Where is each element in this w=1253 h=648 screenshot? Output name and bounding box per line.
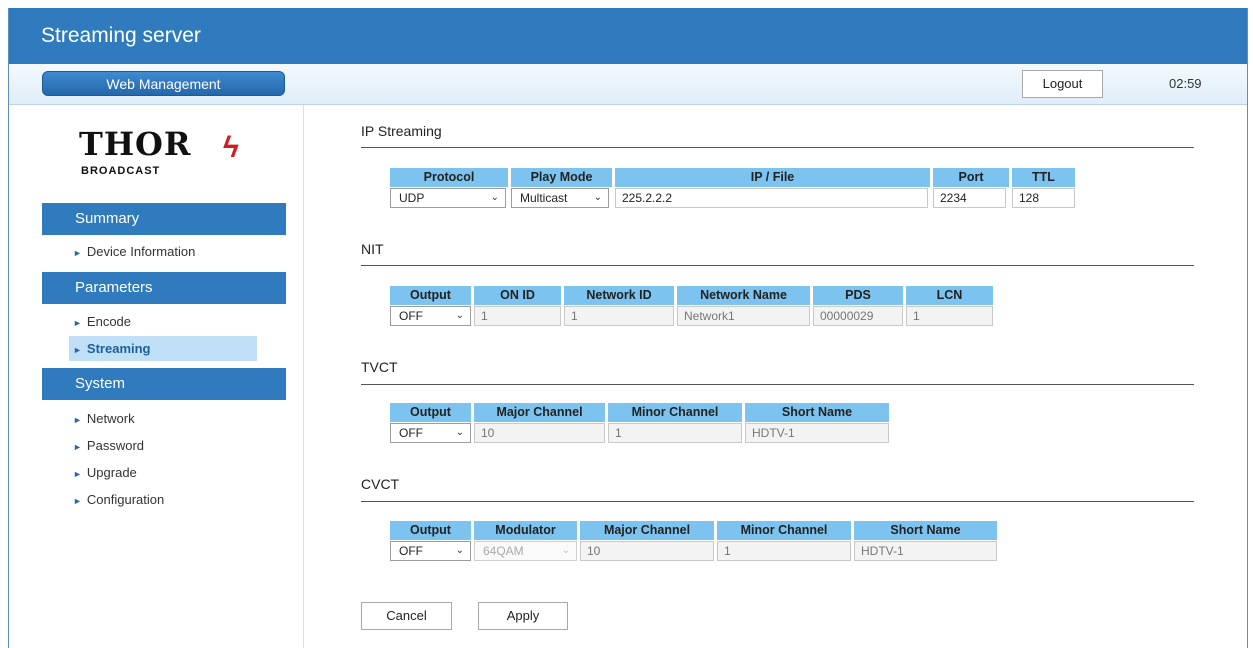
column-header: Major Channel [474, 403, 605, 422]
sidebar-item-password[interactable]: ► Password [73, 438, 144, 453]
lightning-icon: ϟ [223, 131, 239, 164]
nit-title: NIT [361, 241, 384, 257]
modulator-select[interactable]: 64QAM ⌄ [474, 541, 577, 561]
column-header: Play Mode [511, 168, 612, 187]
divider [361, 147, 1194, 148]
lcn-field[interactable]: 1 [906, 306, 993, 326]
sidebar-item-encode[interactable]: ► Encode [73, 314, 131, 329]
triangle-right-icon: ► [73, 442, 82, 452]
play-mode-select[interactable]: Multicast ⌄ [511, 188, 609, 208]
column-header: Network Name [677, 286, 810, 305]
ttl-input[interactable]: 128 [1012, 188, 1075, 208]
column-header: Short Name [854, 521, 997, 540]
column-header: Output [390, 403, 471, 422]
nit-output-select[interactable]: OFF ⌄ [390, 306, 471, 326]
column-header: Protocol [390, 168, 508, 187]
chevron-down-icon: ⌄ [490, 192, 499, 203]
column-header: ON ID [474, 286, 561, 305]
column-header: Minor Channel [717, 521, 851, 540]
cancel-button[interactable]: Cancel [361, 602, 452, 630]
tvct-major-channel-field[interactable]: 10 [474, 423, 605, 443]
ip-file-input[interactable]: 225.2.2.2 [615, 188, 928, 208]
column-header: Port [933, 168, 1009, 187]
column-header: Output [390, 521, 471, 540]
chevron-down-icon: ⌄ [593, 192, 602, 203]
chevron-down-icon: ⌄ [455, 545, 464, 556]
column-header: Output [390, 286, 471, 305]
column-header: Short Name [745, 403, 889, 422]
sidebar-section-system[interactable]: System [42, 368, 286, 400]
chevron-down-icon: ⌄ [561, 545, 570, 556]
logo-sub-text: BROADCAST [81, 165, 161, 177]
logo-main-text: THOR [79, 125, 192, 163]
web-management-tab[interactable]: Web Management [42, 71, 285, 96]
tvct-minor-channel-field[interactable]: 1 [608, 423, 742, 443]
network-id-field[interactable]: 1 [564, 306, 674, 326]
on-id-field[interactable]: 1 [474, 306, 561, 326]
cvct-title: CVCT [361, 476, 400, 492]
column-header: Major Channel [580, 521, 714, 540]
chevron-down-icon: ⌄ [455, 310, 464, 321]
sidebar-item-streaming[interactable]: ► Streaming [73, 341, 151, 356]
pds-field[interactable]: 00000029 [813, 306, 903, 326]
title-bar: Streaming server [9, 8, 1247, 64]
triangle-right-icon: ► [73, 248, 82, 258]
chevron-down-icon: ⌄ [455, 427, 464, 438]
sidebar-section-parameters[interactable]: Parameters [42, 272, 286, 304]
app-title: Streaming server [41, 24, 201, 47]
column-header: TTL [1012, 168, 1075, 187]
cvct-output-select[interactable]: OFF ⌄ [390, 541, 471, 561]
divider [361, 384, 1194, 385]
sidebar-item-upgrade[interactable]: ► Upgrade [73, 465, 137, 480]
tvct-short-name-field[interactable]: HDTV-1 [745, 423, 889, 443]
cvct-short-name-field[interactable]: HDTV-1 [854, 541, 997, 561]
triangle-right-icon: ► [73, 469, 82, 479]
triangle-right-icon: ► [73, 496, 82, 506]
logout-button[interactable]: Logout [1022, 70, 1103, 98]
port-input[interactable]: 2234 [933, 188, 1006, 208]
tvct-title: TVCT [361, 359, 398, 375]
nav-bar: Web Management Logout 02:59 [9, 64, 1247, 105]
app-window: Streaming server Web Management Logout 0… [8, 8, 1248, 648]
sidebar-item-device-information[interactable]: ► Device Information [73, 244, 195, 259]
triangle-right-icon: ► [73, 415, 82, 425]
apply-button[interactable]: Apply [478, 602, 568, 630]
clock: 02:59 [1169, 76, 1202, 91]
protocol-select[interactable]: UDP ⌄ [390, 188, 506, 208]
column-header: Modulator [474, 521, 577, 540]
sidebar-item-streaming-active[interactable]: ► Streaming [69, 336, 257, 361]
sidebar-section-summary[interactable]: Summary [42, 203, 286, 235]
divider [361, 501, 1194, 502]
network-name-field[interactable]: Network1 [677, 306, 810, 326]
cvct-major-channel-field[interactable]: 10 [580, 541, 714, 561]
column-header: LCN [906, 286, 993, 305]
cvct-minor-channel-field[interactable]: 1 [717, 541, 851, 561]
sidebar: THOR BROADCAST ϟ Summary ► Device Informa… [9, 105, 304, 648]
ip-streaming-title: IP Streaming [361, 123, 442, 139]
sidebar-item-configuration[interactable]: ► Configuration [73, 492, 164, 507]
tvct-output-select[interactable]: OFF ⌄ [390, 423, 471, 443]
main-panel: IP Streaming Protocol Play Mode IP / Fil… [361, 105, 1201, 645]
sidebar-item-network[interactable]: ► Network [73, 411, 135, 426]
column-header: IP / File [615, 168, 930, 187]
thor-broadcast-logo: THOR BROADCAST ϟ [73, 125, 263, 185]
triangle-right-icon: ► [73, 318, 82, 328]
column-header: Minor Channel [608, 403, 742, 422]
column-header: PDS [813, 286, 903, 305]
column-header: Network ID [564, 286, 674, 305]
divider [361, 265, 1194, 266]
triangle-right-icon: ► [73, 345, 82, 355]
